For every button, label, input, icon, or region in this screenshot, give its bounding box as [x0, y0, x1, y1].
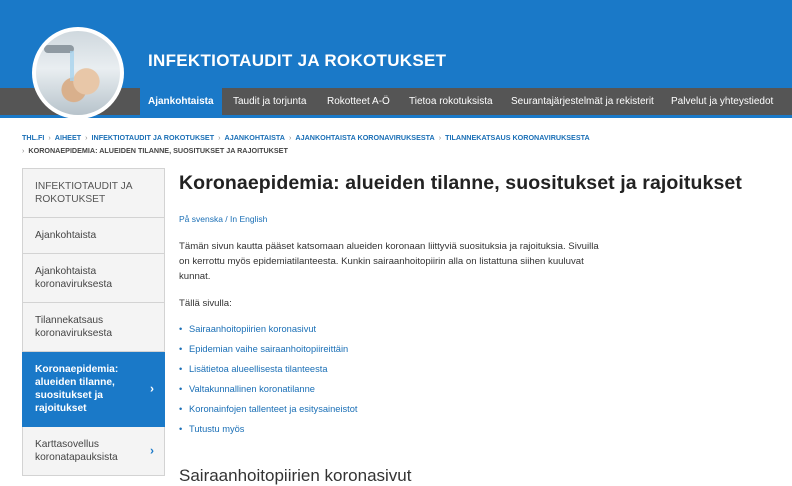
sidebar-item-label: Ajankohtaista [35, 230, 97, 241]
on-this-page-label: Tällä sivulla: [179, 298, 232, 309]
handwashing-image [36, 31, 120, 115]
nav-item-taudit[interactable]: Taudit ja torjunta [233, 88, 306, 115]
sidebar-item-tilannekatsaus[interactable]: Tilannekatsaus koronaviruksesta [22, 303, 165, 352]
site-title[interactable]: INFEKTIOTAUDIT JA ROKOTUKSET [148, 51, 446, 71]
list-item-link[interactable]: Koronainfojen tallenteet ja esitysaineis… [179, 399, 784, 419]
sidebar-item-label: Karttasovellus koronatapauksista [35, 439, 118, 463]
chevron-right-icon: › [150, 381, 154, 396]
breadcrumb-link[interactable]: AIHEET [55, 133, 81, 142]
on-this-page-list: Sairaanhoitopiirien koronasivut Epidemia… [179, 319, 784, 439]
breadcrumb-separator: › [288, 133, 292, 142]
list-item-link[interactable]: Tutustu myös [179, 419, 784, 439]
list-item-link[interactable]: Epidemian vaihe sairaanhoitopiireittäin [179, 339, 784, 359]
breadcrumb-separator: › [48, 133, 51, 142]
water-stream [70, 51, 74, 81]
sidebar-item-label: Ajankohtaista koronaviruksesta [35, 266, 113, 290]
breadcrumb-current: KORONAEPIDEMIA: ALUEIDEN TILANNE, SUOSIT… [28, 146, 288, 155]
breadcrumb-link[interactable]: INFEKTIOTAUDIT JA ROKOTUKSET [92, 133, 215, 142]
list-item-link[interactable]: Valtakunnallinen koronatilanne [179, 379, 784, 399]
breadcrumb-separator: › [22, 146, 25, 155]
intro-paragraph: Tämän sivun kautta pääset katsomaan alue… [179, 241, 599, 282]
language-links[interactable]: På svenska / In English [179, 214, 784, 224]
nav-item-seurantajarjestelmat[interactable]: Seurantajärjestelmät ja rekisterit [511, 88, 654, 115]
nav-underline [0, 115, 792, 118]
breadcrumb-link[interactable]: THL.FI [22, 133, 44, 142]
sidebar-item-koronaepidemia[interactable]: Koronaepidemia: alueiden tilanne, suosit… [22, 352, 165, 427]
breadcrumb-separator: › [85, 133, 88, 142]
breadcrumb: THL.FI › AIHEET › INFEKTIOTAUDIT JA ROKOTUKS… [22, 131, 782, 157]
breadcrumb-separator: › [218, 133, 221, 142]
sidebar-item-ajankohtaista[interactable]: Ajankohtaista [22, 218, 165, 254]
sidebar-item-ajankohtaista-koronaviruksesta[interactable]: Ajankohtaista koronaviruksesta [22, 254, 165, 303]
nav-item-ajankohtaista[interactable]: Ajankohtaista [140, 88, 222, 115]
list-item-link[interactable]: Sairaanhoitopiirien koronasivut [179, 319, 784, 339]
sidebar-item-label: Tilannekatsaus koronaviruksesta [35, 315, 113, 339]
site-logo-image[interactable] [32, 27, 124, 119]
list-item-link[interactable]: Lisätietoa alueellisesta tilanteesta [179, 359, 784, 379]
main-content: Koronaepidemia: alueiden tilanne, suosit… [179, 172, 784, 439]
breadcrumb-link[interactable]: AJANKOHTAISTA KORONAVIRUKSESTA [295, 133, 434, 142]
sidebar-item-label: Koronaepidemia: alueiden tilanne, suosit… [35, 364, 119, 414]
nav-item-palvelut[interactable]: Palvelut ja yhteystiedot [671, 88, 773, 115]
sidebar-item-section-root[interactable]: INFEKTIOTAUDIT JA ROKOTUKSET [22, 168, 165, 218]
section-sidebar: INFEKTIOTAUDIT JA ROKOTUKSET Ajankohtais… [22, 168, 165, 476]
nav-item-rokotteet[interactable]: Rokotteet A-Ö [327, 88, 390, 115]
page-title: Koronaepidemia: alueiden tilanne, suosit… [179, 172, 742, 194]
chevron-right-icon: › [150, 443, 154, 458]
sidebar-item-label: INFEKTIOTAUDIT JA ROKOTUKSET [35, 181, 132, 205]
nav-item-tietoa-rokotuksista[interactable]: Tietoa rokotuksista [409, 88, 493, 115]
breadcrumb-separator: › [438, 133, 442, 142]
section-heading: Sairaanhoitopiirien koronasivut [179, 466, 412, 485]
breadcrumb-link[interactable]: TILANNEKATSAUS KORONAVIRUKSESTA [445, 133, 590, 142]
sidebar-item-karttasovellus[interactable]: Karttasovellus koronatapauksista › [22, 427, 165, 476]
breadcrumb-link[interactable]: AJANKOHTAISTA [225, 133, 285, 142]
